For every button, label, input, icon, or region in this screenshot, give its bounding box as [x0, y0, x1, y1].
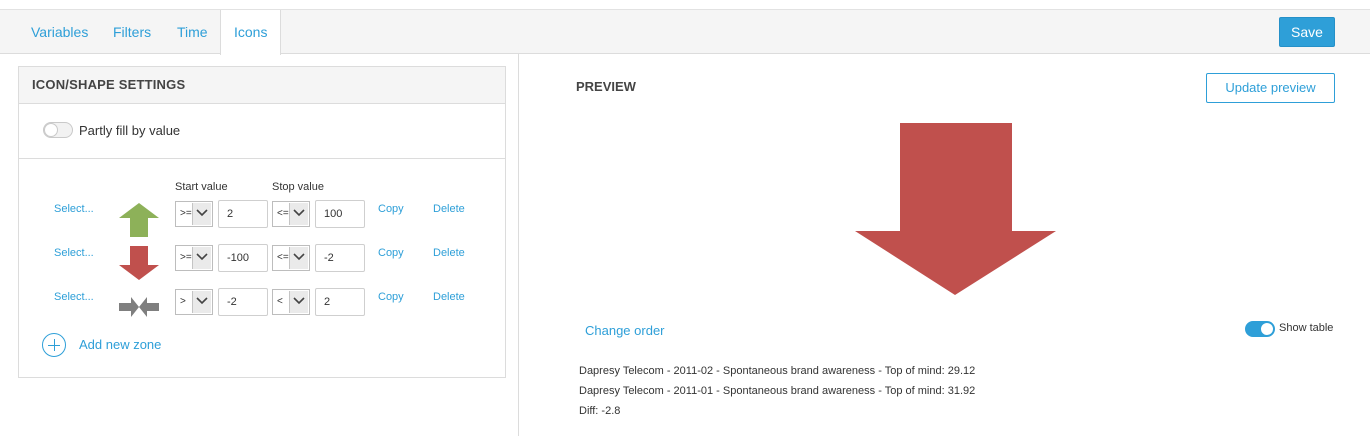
- add-new-zone-button[interactable]: Add new zone: [79, 337, 161, 352]
- save-button[interactable]: Save: [1279, 17, 1335, 47]
- update-preview-button[interactable]: Update preview: [1206, 73, 1335, 103]
- stop-value-input[interactable]: -2: [315, 244, 365, 272]
- stop-value-header: Stop value: [272, 181, 324, 193]
- preview-line-previous: Dapresy Telecom - 2011-01 - Spontaneous …: [579, 385, 976, 397]
- stop-operator-select[interactable]: <=: [272, 201, 310, 227]
- show-table-toggle[interactable]: [1245, 321, 1275, 337]
- stop-operator-select[interactable]: <: [272, 289, 310, 315]
- preview-line-current: Dapresy Telecom - 2011-02 - Spontaneous …: [579, 365, 976, 377]
- tab-icons[interactable]: Icons: [220, 10, 282, 55]
- stop-operator-select[interactable]: <=: [272, 245, 310, 271]
- arrow-down-icon: [119, 246, 159, 280]
- stop-value-input[interactable]: 2: [315, 288, 365, 316]
- start-operator-select[interactable]: >=: [175, 245, 213, 271]
- stop-value-input[interactable]: 100: [315, 200, 365, 228]
- zone-icon-select[interactable]: Select...: [54, 203, 94, 215]
- tab-variables[interactable]: Variables: [19, 10, 100, 54]
- copy-zone-button[interactable]: Copy: [378, 203, 404, 215]
- add-zone-icon[interactable]: [42, 333, 66, 357]
- delete-zone-button[interactable]: Delete: [433, 247, 465, 259]
- preview-title: PREVIEW: [576, 79, 636, 94]
- big-arrow-down-icon: [855, 123, 1056, 295]
- tab-time[interactable]: Time: [165, 10, 220, 54]
- start-operator-select[interactable]: >=: [175, 201, 213, 227]
- top-strip: [0, 0, 1370, 10]
- zone-icon-select[interactable]: Select...: [54, 247, 94, 259]
- partly-fill-toggle[interactable]: [43, 122, 73, 138]
- show-table-label: Show table: [1279, 322, 1334, 334]
- tab-bar: Variables Filters Time Icons Save: [0, 10, 1370, 55]
- copy-zone-button[interactable]: Copy: [378, 291, 404, 303]
- preview-line-diff: Diff: -2.8: [579, 405, 621, 417]
- partly-fill-label: Partly fill by value: [79, 123, 181, 138]
- start-value-input[interactable]: 2: [218, 200, 268, 228]
- tab-filters[interactable]: Filters: [101, 10, 163, 54]
- start-value-header: Start value: [175, 181, 228, 193]
- start-value-input[interactable]: -2: [218, 288, 268, 316]
- zone-icon-select[interactable]: Select...: [54, 291, 94, 303]
- arrows-converge-icon: [119, 297, 159, 317]
- panel-title: ICON/SHAPE SETTINGS: [19, 67, 505, 104]
- delete-zone-button[interactable]: Delete: [433, 291, 465, 303]
- delete-zone-button[interactable]: Delete: [433, 203, 465, 215]
- partly-fill-row: Partly fill by value: [19, 104, 505, 159]
- change-order-button[interactable]: Change order: [585, 323, 665, 338]
- start-value-input[interactable]: -100: [218, 244, 268, 272]
- copy-zone-button[interactable]: Copy: [378, 247, 404, 259]
- start-operator-select[interactable]: >: [175, 289, 213, 315]
- panel-divider: [518, 54, 519, 436]
- arrow-up-icon: [119, 203, 159, 237]
